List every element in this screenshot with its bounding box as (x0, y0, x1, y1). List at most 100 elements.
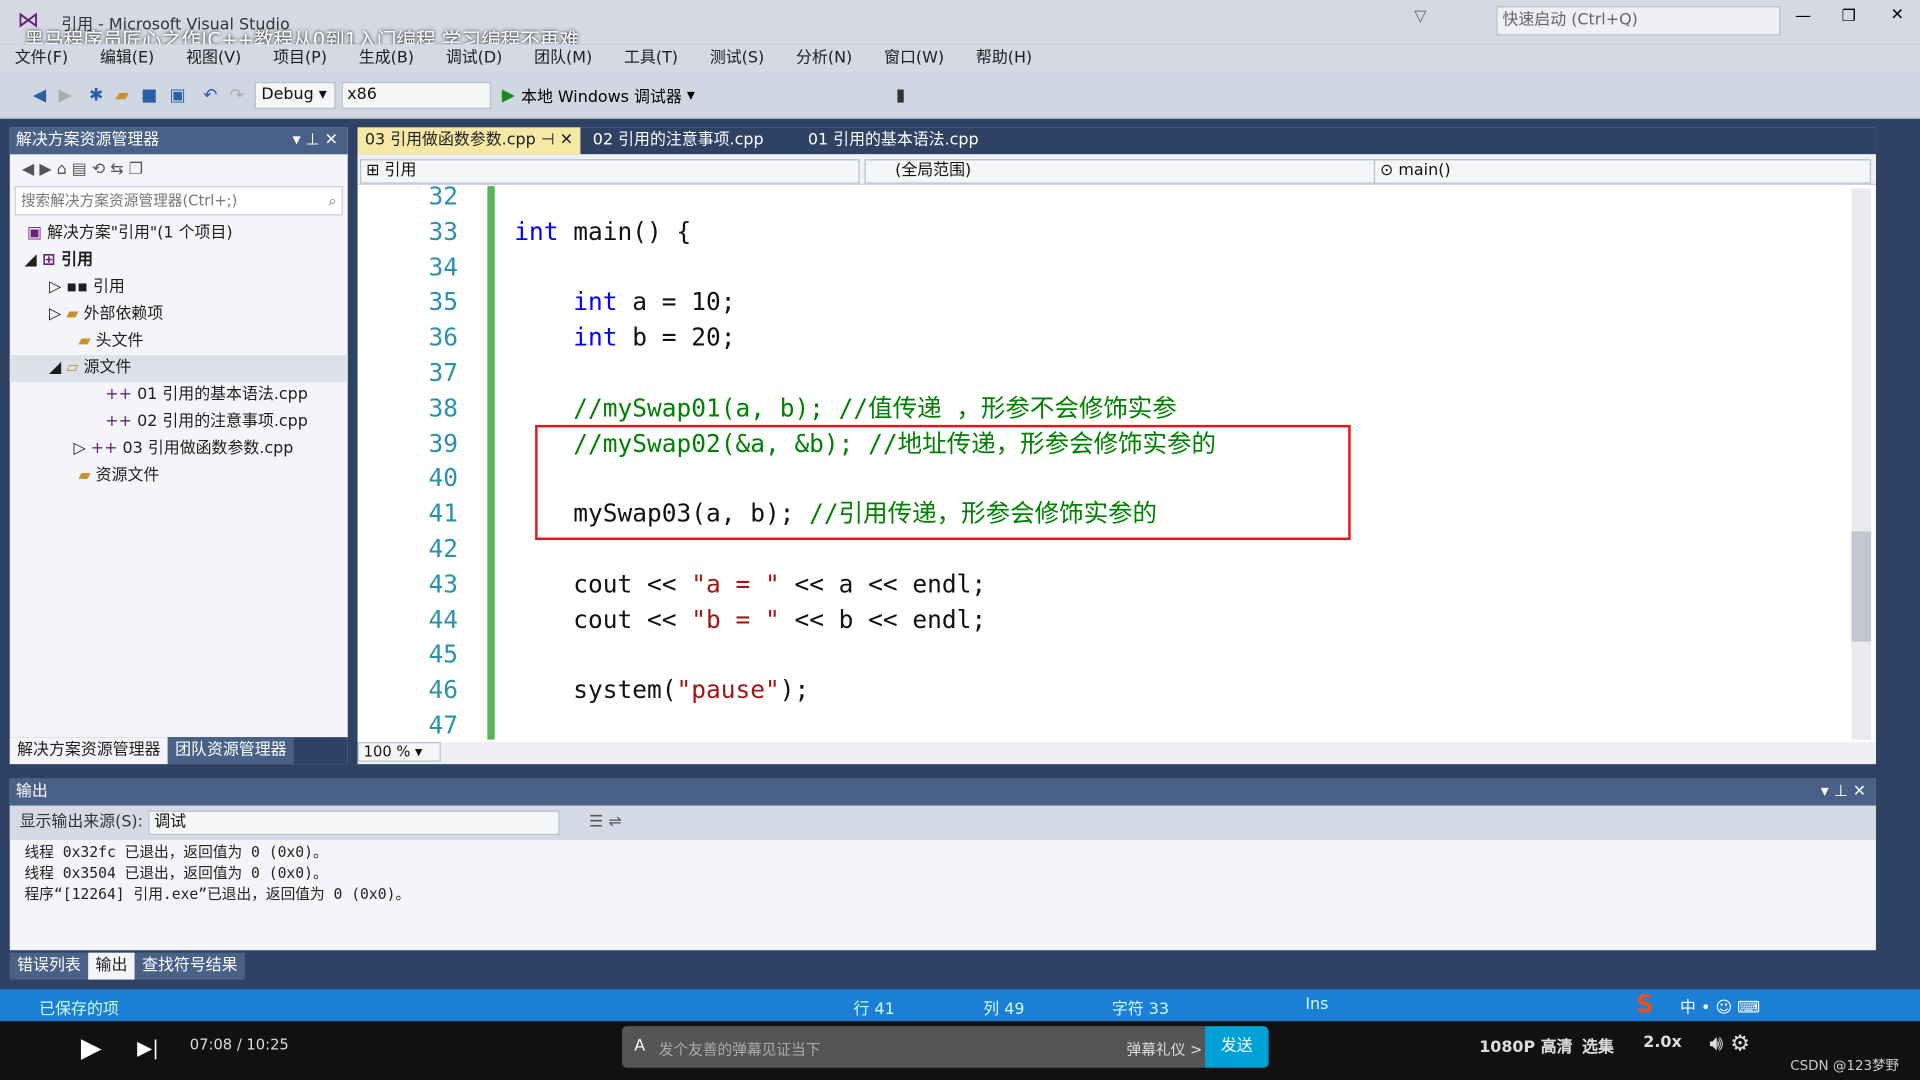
tree-header-files[interactable]: ▰ 头文件 (10, 328, 348, 355)
tree-file-01[interactable]: ++ 01 引用的基本语法.cpp (10, 382, 348, 409)
line-number: 42 (428, 533, 458, 564)
output-source-select[interactable]: 调试 (148, 810, 560, 835)
clear-all-icon[interactable]: ☰ ⇌ (589, 813, 622, 831)
start-debug-icon[interactable]: ▶ (502, 86, 515, 106)
menu-edit[interactable]: 编辑(E) (100, 44, 154, 73)
new-project-icon[interactable]: ✱ (89, 86, 103, 106)
danmaku-style-icon[interactable]: A (634, 1037, 645, 1055)
close-output-icon[interactable]: ▾ ⊥ ✕ (1821, 779, 1866, 806)
code-line[interactable]: 45 (358, 637, 1840, 672)
menu-team[interactable]: 团队(M) (534, 44, 592, 73)
forward-icon[interactable]: ▶ (59, 86, 72, 106)
tab-solution-explorer[interactable]: 解决方案资源管理器 (9, 737, 168, 765)
output-bottom-tabs: 错误列表 输出 查找符号结果 (9, 952, 245, 980)
code-editor: 03 引用做函数参数.cpp ⊣ ✕ 02 引用的注意事项.cpp 01 引用的… (357, 127, 1876, 765)
menu-window[interactable]: 窗口(W) (884, 44, 944, 73)
menu-view[interactable]: 视图(V) (186, 44, 241, 73)
code-text: int b = 20; (573, 322, 736, 352)
speed-button[interactable]: 2.0x (1643, 1033, 1681, 1051)
tab-find-symbol[interactable]: 查找符号结果 (134, 952, 245, 980)
code-line[interactable]: 38 //mySwap01(a, b); //值传递 ，形参不会修饰实参 (358, 390, 1840, 425)
code-line[interactable]: 35 int a = 10; (358, 285, 1840, 320)
tree-external-deps[interactable]: ▷ ▰ 外部依赖项 (10, 301, 348, 328)
platform-select[interactable]: x86 (341, 82, 491, 109)
menu-project[interactable]: 项目(P) (273, 44, 327, 73)
save-icon[interactable]: ■ (141, 86, 157, 106)
quick-launch-input[interactable]: 快速启动 (Ctrl+Q) (1496, 6, 1781, 36)
code-line[interactable]: 47 (358, 708, 1840, 742)
ime-toolbar[interactable]: 中 • ☺ ⌨ (1680, 994, 1760, 1017)
tree-resource-files[interactable]: ▰ 资源文件 (10, 463, 348, 490)
bookmark-icon[interactable]: ▮ (896, 86, 905, 106)
tree-solution[interactable]: ▣ 解决方案"引用"(1 个项目) (10, 220, 348, 247)
menu-tools[interactable]: 工具(T) (624, 44, 678, 73)
menu-file[interactable]: 文件(F) (15, 44, 68, 73)
cpp-file-icon: ++ (105, 385, 132, 405)
next-icon[interactable]: ▶| (137, 1036, 159, 1059)
tree-file-02[interactable]: ++ 02 引用的注意事项.cpp (10, 409, 348, 436)
back-icon[interactable]: ◀ (33, 86, 46, 106)
editor-tabs: 03 引用做函数参数.cpp ⊣ ✕ 02 引用的注意事项.cpp 01 引用的… (357, 127, 1876, 155)
redo-icon[interactable]: ↷ (230, 86, 244, 106)
code-line[interactable]: 34 (358, 249, 1840, 284)
se-search-input[interactable]: 搜索解决方案资源管理器(Ctrl+;) ⌕ (14, 186, 343, 216)
tab-output[interactable]: 输出 (88, 952, 135, 980)
search-icon[interactable]: ⌕ (328, 187, 336, 214)
zoom-select[interactable]: 100 % ▾ (357, 742, 441, 762)
open-icon[interactable]: ▰ (116, 86, 129, 106)
code-line[interactable]: 37 (358, 355, 1840, 390)
status-column: 列 49 (983, 1000, 1025, 1019)
tab-02-cpp[interactable]: 02 引用的注意事项.cpp (585, 127, 770, 154)
tree-project[interactable]: ◢ ⊞ 引用 (10, 247, 348, 274)
menu-debug[interactable]: 调试(D) (446, 44, 503, 73)
close-tab-icon[interactable]: ✕ (560, 131, 573, 149)
tree-file-03[interactable]: ▷ ++ 03 引用做函数参数.cpp (10, 436, 348, 463)
menu-help[interactable]: 帮助(H) (976, 44, 1032, 73)
home-icon[interactable]: ◀ ▶ ⌂ ▤ ⟲ ⇆ ❐ (22, 160, 143, 178)
code-line[interactable]: 33 int main() { (358, 214, 1840, 249)
volume-icon[interactable]: 🔊︎ ⚙ (1709, 1031, 1750, 1057)
tab-label: 03 引用做函数参数.cpp (364, 131, 536, 150)
menu-analyze[interactable]: 分析(N) (796, 44, 852, 73)
danmaku-input[interactable]: A 发个友善的弹幕见证当下 弹幕礼仪 > (622, 1026, 1205, 1068)
restore-button[interactable]: ❐ (1842, 7, 1856, 25)
csdn-credit: CSDN @123梦野 (1790, 1057, 1900, 1074)
menu-build[interactable]: 生成(B) (359, 44, 414, 73)
tab-error-list[interactable]: 错误列表 (9, 952, 89, 980)
close-panel-icon[interactable]: ▾ ⊥ ✕ (293, 127, 338, 154)
line-number: 36 (428, 322, 458, 352)
code-line[interactable]: 32 (358, 179, 1840, 214)
tree-label: 资源文件 (95, 466, 160, 485)
folder-icon: ▰ (66, 304, 79, 324)
vertical-scrollbar[interactable] (1851, 188, 1872, 740)
tree-source-files[interactable]: ◢ ▱ 源文件 (9, 355, 348, 383)
tree-references[interactable]: ▷ ▪▪ 引用 (10, 274, 348, 301)
menu-bar: 文件(F) 编辑(E) 视图(V) 项目(P) 生成(B) 调试(D) 团队(M) 工具(T)… (0, 44, 1920, 74)
close-button[interactable]: ✕ (1891, 6, 1904, 24)
start-debug-button[interactable]: 本地 Windows 调试器 (521, 89, 682, 107)
menu-test[interactable]: 测试(S) (710, 44, 764, 73)
filter-icon[interactable]: ▽ (1414, 7, 1426, 25)
play-icon[interactable]: ▶ (81, 1033, 102, 1064)
sogou-ime-icon[interactable]: S (1636, 989, 1654, 1018)
tab-01-cpp[interactable]: 01 引用的基本语法.cpp (800, 127, 985, 154)
save-all-icon[interactable]: ▣ (170, 86, 186, 106)
code-line[interactable]: 36 int b = 20; (358, 320, 1840, 355)
quality-button[interactable]: 1080P 高清 (1479, 1033, 1572, 1056)
code-text: int a = 10; (573, 287, 736, 317)
scrollbar-thumb[interactable] (1851, 531, 1872, 642)
episodes-button[interactable]: 选集 (1582, 1033, 1614, 1056)
config-select[interactable]: Debug ▾ (255, 82, 337, 109)
minimize-button[interactable]: — (1795, 7, 1811, 25)
code-line[interactable]: 44 cout << "b = " << b << endl; (358, 602, 1840, 637)
undo-icon[interactable]: ↶ (203, 86, 217, 106)
code-line[interactable]: 46 system("pause"); (358, 672, 1840, 707)
line-number: 38 (428, 392, 458, 423)
tab-03-cpp[interactable]: 03 引用做函数参数.cpp ⊣ ✕ (357, 127, 581, 155)
code-line[interactable]: 43 cout << "a = " << a << endl; (358, 567, 1840, 602)
send-button[interactable]: 发送 (1204, 1026, 1269, 1068)
danmaku-etiquette-link[interactable]: 弹幕礼仪 > (1127, 1038, 1203, 1059)
tab-team-explorer[interactable]: 团队资源管理器 (167, 737, 294, 765)
line-number: 32 (428, 181, 458, 211)
pin-icon[interactable]: ⊣ (541, 131, 555, 149)
